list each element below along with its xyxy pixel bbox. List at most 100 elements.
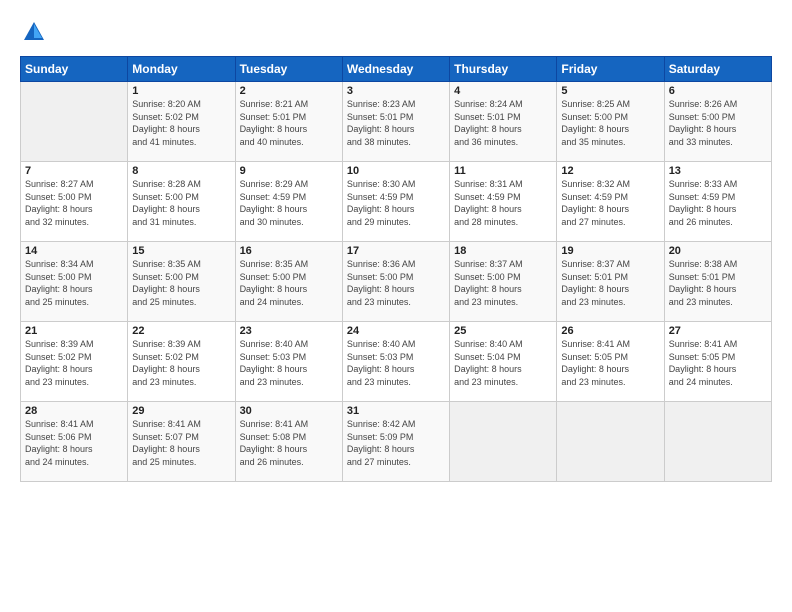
day-number: 30: [240, 405, 338, 417]
calendar-cell: 21Sunrise: 8:39 AM Sunset: 5:02 PM Dayli…: [21, 322, 128, 402]
day-info: Sunrise: 8:32 AM Sunset: 4:59 PM Dayligh…: [561, 178, 659, 228]
day-info: Sunrise: 8:30 AM Sunset: 4:59 PM Dayligh…: [347, 178, 445, 228]
day-info: Sunrise: 8:41 AM Sunset: 5:08 PM Dayligh…: [240, 418, 338, 468]
day-number: 9: [240, 165, 338, 177]
day-number: 11: [454, 165, 552, 177]
day-info: Sunrise: 8:23 AM Sunset: 5:01 PM Dayligh…: [347, 98, 445, 148]
column-header-thursday: Thursday: [450, 57, 557, 82]
column-header-tuesday: Tuesday: [235, 57, 342, 82]
day-info: Sunrise: 8:20 AM Sunset: 5:02 PM Dayligh…: [132, 98, 230, 148]
calendar-cell: 18Sunrise: 8:37 AM Sunset: 5:00 PM Dayli…: [450, 242, 557, 322]
column-header-friday: Friday: [557, 57, 664, 82]
day-number: 20: [669, 245, 767, 257]
calendar-cell: 28Sunrise: 8:41 AM Sunset: 5:06 PM Dayli…: [21, 402, 128, 482]
day-number: 24: [347, 325, 445, 337]
day-info: Sunrise: 8:41 AM Sunset: 5:05 PM Dayligh…: [669, 338, 767, 388]
logo-icon: [20, 18, 48, 46]
header: [20, 18, 772, 46]
day-number: 13: [669, 165, 767, 177]
day-info: Sunrise: 8:39 AM Sunset: 5:02 PM Dayligh…: [25, 338, 123, 388]
day-number: 3: [347, 85, 445, 97]
header-row: SundayMondayTuesdayWednesdayThursdayFrid…: [21, 57, 772, 82]
calendar-cell: [450, 402, 557, 482]
day-number: 19: [561, 245, 659, 257]
calendar-cell: 17Sunrise: 8:36 AM Sunset: 5:00 PM Dayli…: [342, 242, 449, 322]
day-number: 15: [132, 245, 230, 257]
day-number: 12: [561, 165, 659, 177]
calendar-cell: 4Sunrise: 8:24 AM Sunset: 5:01 PM Daylig…: [450, 82, 557, 162]
calendar-cell: [21, 82, 128, 162]
calendar-cell: [664, 402, 771, 482]
calendar-cell: 29Sunrise: 8:41 AM Sunset: 5:07 PM Dayli…: [128, 402, 235, 482]
calendar-cell: 14Sunrise: 8:34 AM Sunset: 5:00 PM Dayli…: [21, 242, 128, 322]
calendar-cell: 8Sunrise: 8:28 AM Sunset: 5:00 PM Daylig…: [128, 162, 235, 242]
calendar-cell: 24Sunrise: 8:40 AM Sunset: 5:03 PM Dayli…: [342, 322, 449, 402]
calendar-table: SundayMondayTuesdayWednesdayThursdayFrid…: [20, 56, 772, 482]
week-row-3: 14Sunrise: 8:34 AM Sunset: 5:00 PM Dayli…: [21, 242, 772, 322]
day-info: Sunrise: 8:24 AM Sunset: 5:01 PM Dayligh…: [454, 98, 552, 148]
calendar-cell: 11Sunrise: 8:31 AM Sunset: 4:59 PM Dayli…: [450, 162, 557, 242]
logo: [20, 18, 52, 46]
calendar-cell: 15Sunrise: 8:35 AM Sunset: 5:00 PM Dayli…: [128, 242, 235, 322]
day-info: Sunrise: 8:35 AM Sunset: 5:00 PM Dayligh…: [240, 258, 338, 308]
day-info: Sunrise: 8:33 AM Sunset: 4:59 PM Dayligh…: [669, 178, 767, 228]
day-info: Sunrise: 8:37 AM Sunset: 5:01 PM Dayligh…: [561, 258, 659, 308]
day-number: 1: [132, 85, 230, 97]
day-number: 18: [454, 245, 552, 257]
week-row-5: 28Sunrise: 8:41 AM Sunset: 5:06 PM Dayli…: [21, 402, 772, 482]
calendar-cell: 3Sunrise: 8:23 AM Sunset: 5:01 PM Daylig…: [342, 82, 449, 162]
day-info: Sunrise: 8:41 AM Sunset: 5:06 PM Dayligh…: [25, 418, 123, 468]
day-number: 4: [454, 85, 552, 97]
day-info: Sunrise: 8:25 AM Sunset: 5:00 PM Dayligh…: [561, 98, 659, 148]
day-info: Sunrise: 8:41 AM Sunset: 5:05 PM Dayligh…: [561, 338, 659, 388]
day-info: Sunrise: 8:21 AM Sunset: 5:01 PM Dayligh…: [240, 98, 338, 148]
day-number: 25: [454, 325, 552, 337]
day-info: Sunrise: 8:35 AM Sunset: 5:00 PM Dayligh…: [132, 258, 230, 308]
day-number: 2: [240, 85, 338, 97]
column-header-sunday: Sunday: [21, 57, 128, 82]
week-row-2: 7Sunrise: 8:27 AM Sunset: 5:00 PM Daylig…: [21, 162, 772, 242]
day-number: 16: [240, 245, 338, 257]
day-number: 31: [347, 405, 445, 417]
day-info: Sunrise: 8:27 AM Sunset: 5:00 PM Dayligh…: [25, 178, 123, 228]
day-info: Sunrise: 8:36 AM Sunset: 5:00 PM Dayligh…: [347, 258, 445, 308]
calendar-cell: 25Sunrise: 8:40 AM Sunset: 5:04 PM Dayli…: [450, 322, 557, 402]
day-info: Sunrise: 8:40 AM Sunset: 5:04 PM Dayligh…: [454, 338, 552, 388]
day-info: Sunrise: 8:29 AM Sunset: 4:59 PM Dayligh…: [240, 178, 338, 228]
day-info: Sunrise: 8:28 AM Sunset: 5:00 PM Dayligh…: [132, 178, 230, 228]
day-number: 6: [669, 85, 767, 97]
day-number: 29: [132, 405, 230, 417]
calendar-cell: 20Sunrise: 8:38 AM Sunset: 5:01 PM Dayli…: [664, 242, 771, 322]
calendar-cell: 1Sunrise: 8:20 AM Sunset: 5:02 PM Daylig…: [128, 82, 235, 162]
day-number: 5: [561, 85, 659, 97]
day-info: Sunrise: 8:34 AM Sunset: 5:00 PM Dayligh…: [25, 258, 123, 308]
calendar-cell: 13Sunrise: 8:33 AM Sunset: 4:59 PM Dayli…: [664, 162, 771, 242]
calendar-cell: 22Sunrise: 8:39 AM Sunset: 5:02 PM Dayli…: [128, 322, 235, 402]
day-info: Sunrise: 8:42 AM Sunset: 5:09 PM Dayligh…: [347, 418, 445, 468]
day-info: Sunrise: 8:39 AM Sunset: 5:02 PM Dayligh…: [132, 338, 230, 388]
calendar-cell: 31Sunrise: 8:42 AM Sunset: 5:09 PM Dayli…: [342, 402, 449, 482]
calendar-cell: 10Sunrise: 8:30 AM Sunset: 4:59 PM Dayli…: [342, 162, 449, 242]
week-row-4: 21Sunrise: 8:39 AM Sunset: 5:02 PM Dayli…: [21, 322, 772, 402]
calendar-cell: 7Sunrise: 8:27 AM Sunset: 5:00 PM Daylig…: [21, 162, 128, 242]
calendar-cell: 27Sunrise: 8:41 AM Sunset: 5:05 PM Dayli…: [664, 322, 771, 402]
calendar-cell: 12Sunrise: 8:32 AM Sunset: 4:59 PM Dayli…: [557, 162, 664, 242]
calendar-cell: [557, 402, 664, 482]
day-number: 17: [347, 245, 445, 257]
column-header-saturday: Saturday: [664, 57, 771, 82]
day-number: 27: [669, 325, 767, 337]
day-number: 22: [132, 325, 230, 337]
week-row-1: 1Sunrise: 8:20 AM Sunset: 5:02 PM Daylig…: [21, 82, 772, 162]
day-number: 7: [25, 165, 123, 177]
day-info: Sunrise: 8:31 AM Sunset: 4:59 PM Dayligh…: [454, 178, 552, 228]
calendar-cell: 16Sunrise: 8:35 AM Sunset: 5:00 PM Dayli…: [235, 242, 342, 322]
calendar-cell: 6Sunrise: 8:26 AM Sunset: 5:00 PM Daylig…: [664, 82, 771, 162]
calendar-cell: 19Sunrise: 8:37 AM Sunset: 5:01 PM Dayli…: [557, 242, 664, 322]
day-number: 26: [561, 325, 659, 337]
day-number: 23: [240, 325, 338, 337]
column-header-monday: Monday: [128, 57, 235, 82]
day-number: 21: [25, 325, 123, 337]
day-number: 10: [347, 165, 445, 177]
day-info: Sunrise: 8:38 AM Sunset: 5:01 PM Dayligh…: [669, 258, 767, 308]
column-header-wednesday: Wednesday: [342, 57, 449, 82]
